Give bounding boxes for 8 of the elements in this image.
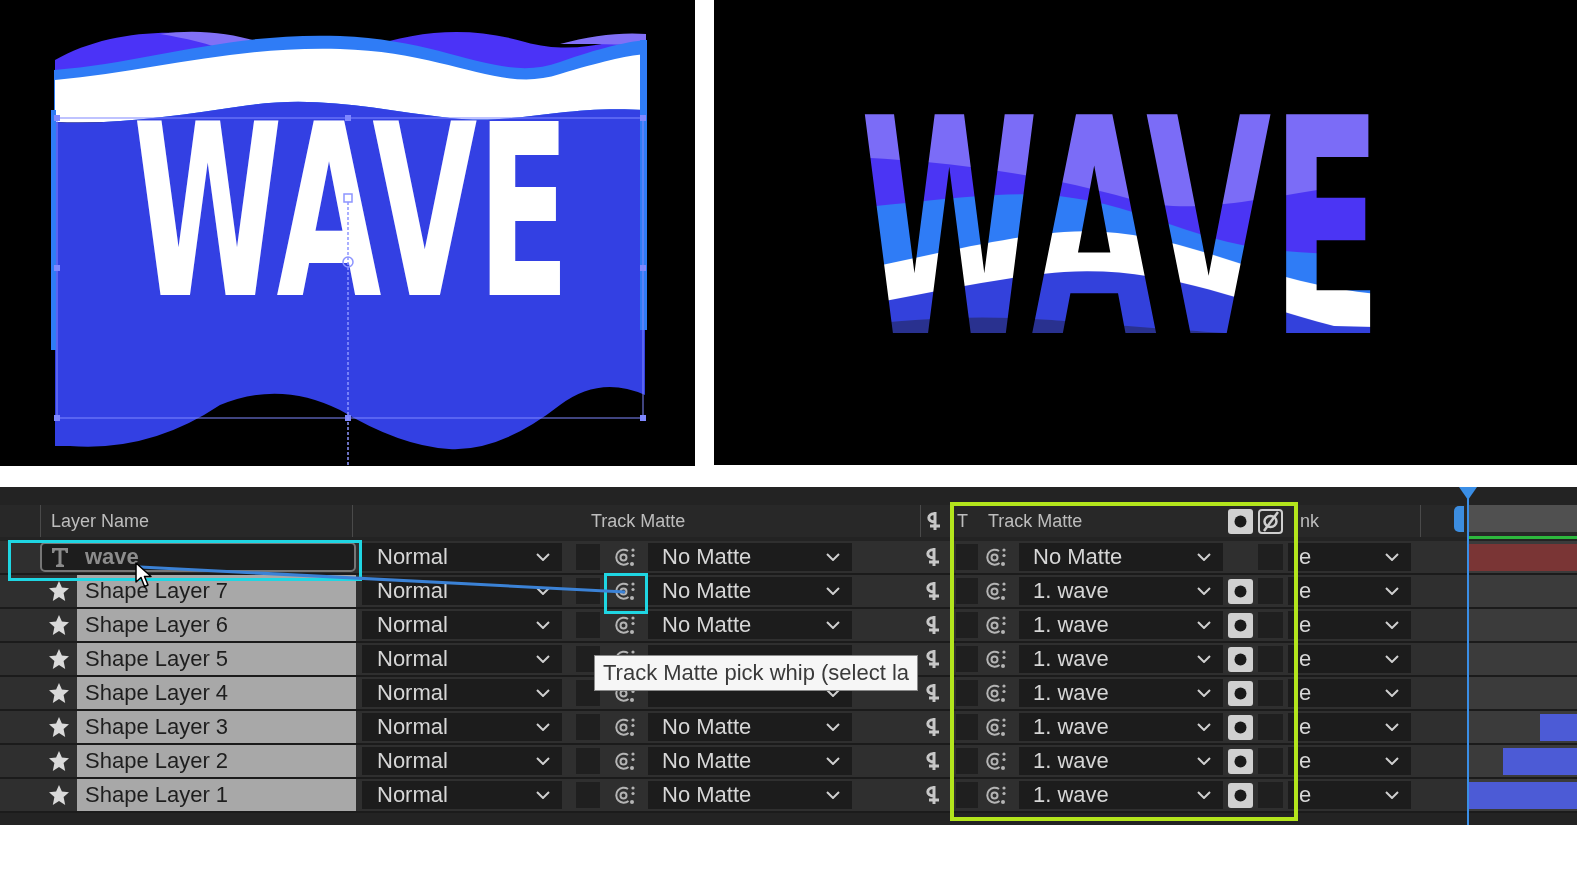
- column-header: Layer Name: [51, 510, 150, 532]
- tooltip: Track Matte pick whip (select la: [594, 655, 919, 691]
- column-header: T: [957, 510, 968, 532]
- column-header: Track Matte: [988, 510, 1083, 532]
- column-header: Track Matte: [591, 510, 686, 532]
- artwork-text: WAVE: [860, 54, 1382, 404]
- column-header: nk: [1300, 510, 1319, 532]
- artwork-text: WAVE: [133, 121, 570, 304]
